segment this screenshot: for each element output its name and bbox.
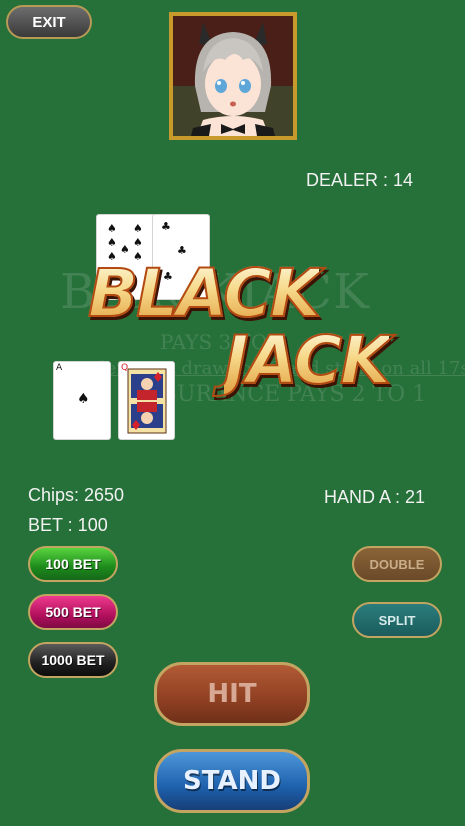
current-bet: BET : 100 (28, 515, 108, 535)
spade-icon: ♠ (133, 222, 143, 235)
club-icon: ♣ (161, 220, 171, 233)
split-button[interactable]: SPLIT (352, 602, 442, 638)
exit-button[interactable]: EXIT (6, 5, 92, 39)
spade-icon: ♠ (133, 236, 143, 249)
stand-button[interactable]: STAND (154, 749, 310, 813)
dealer-portrait (169, 12, 297, 140)
player-hand-score: HAND A : 21 (324, 487, 426, 507)
blackjack-banner-line2: JACK (223, 321, 392, 400)
player-card-2: Q (118, 361, 175, 440)
dealer-score: DEALER : 14 (306, 170, 414, 190)
bet-500-button[interactable]: 500 BET (28, 594, 118, 630)
chips-balance: Chips: 2650 (28, 485, 125, 505)
spade-icon: ♠ (107, 236, 117, 249)
queen-of-diamonds-face-icon (127, 368, 167, 434)
card-rank: 9 (99, 216, 105, 226)
card-rank: A (56, 363, 63, 373)
bet-1000-button[interactable]: 1000 BET (28, 642, 118, 678)
blackjack-banner-line1: BLACK (87, 254, 322, 333)
bet-100-button[interactable]: 100 BET (28, 546, 118, 582)
card-rank: 5 (155, 216, 161, 226)
player-card-1: A ♠ A (53, 361, 111, 440)
spade-icon: ♠ (107, 222, 117, 235)
double-button[interactable]: DOUBLE (352, 546, 442, 582)
hit-button[interactable]: HIT (154, 662, 310, 726)
spade-icon: ♠ (120, 243, 130, 256)
card-rank-bottom: A (101, 428, 108, 438)
dealer-avatar-icon (173, 16, 293, 136)
spade-icon: ♠ (77, 391, 90, 407)
